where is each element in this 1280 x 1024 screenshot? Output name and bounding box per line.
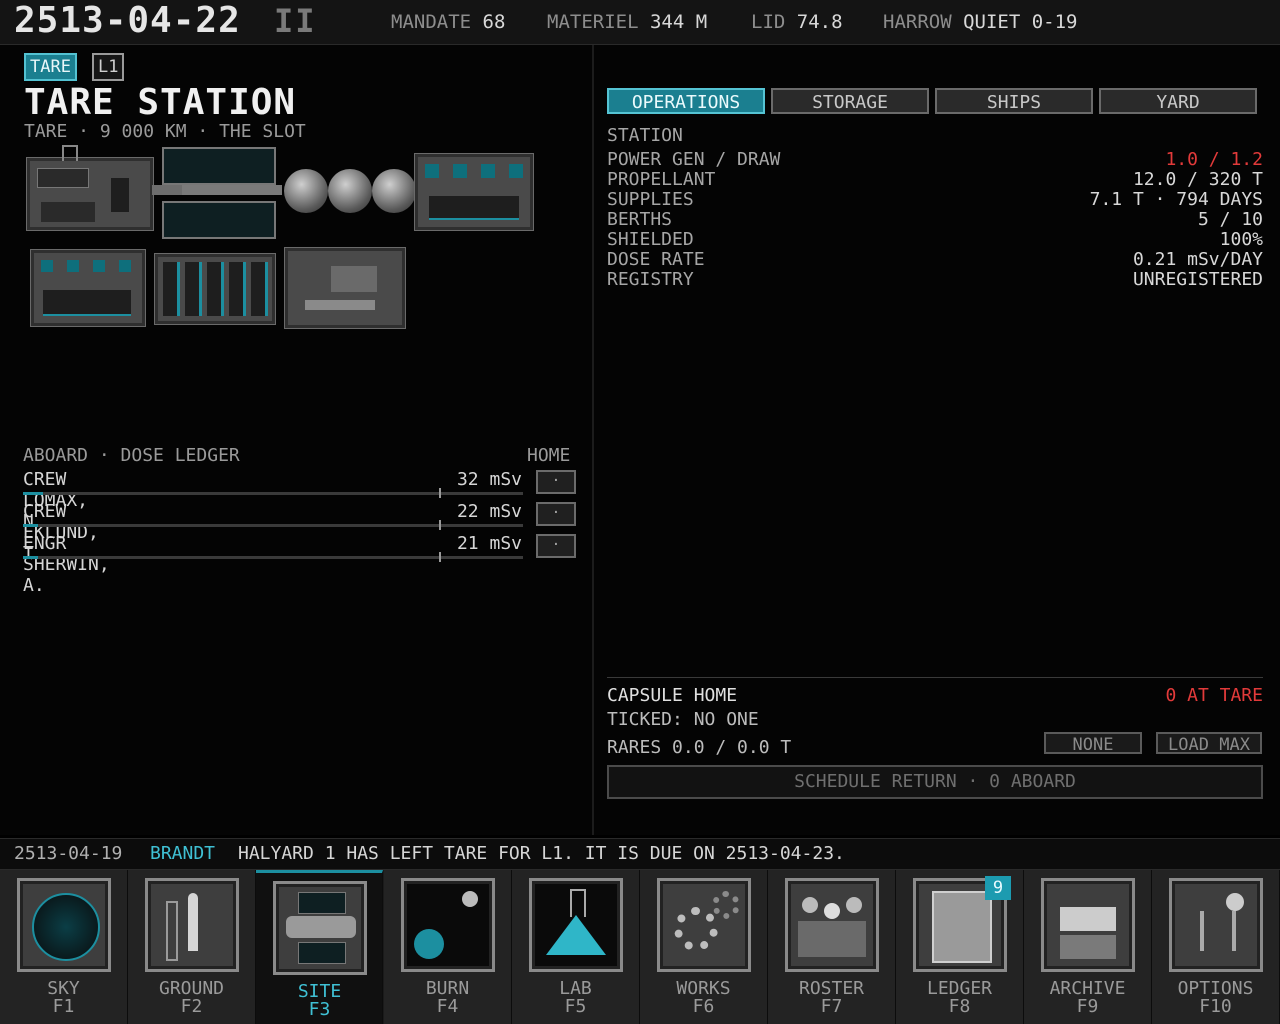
home-column-header: HOME xyxy=(527,445,571,466)
tab-yard[interactable]: YARD xyxy=(1099,88,1257,114)
module-command[interactable] xyxy=(26,157,154,231)
crew-dose: 21 mSv xyxy=(456,533,522,554)
value-berths: 5 / 10 xyxy=(1197,209,1263,230)
station-icon xyxy=(273,881,367,975)
tank-2[interactable] xyxy=(328,169,372,213)
dock-key: F9 xyxy=(1076,996,1099,1017)
people-icon xyxy=(785,878,879,972)
tab-storage[interactable]: STORAGE xyxy=(771,88,929,114)
location-tag-tare[interactable]: TARE xyxy=(24,53,77,81)
capsule-ticked: TICKED: NO ONE xyxy=(607,709,759,730)
crew-name: ENGR SHERWIN, A. xyxy=(23,533,110,596)
station-subtitle: TARE · 9 000 KM · THE SLOT xyxy=(24,121,306,142)
section-station: STATION xyxy=(607,125,683,146)
dock-options[interactable]: OPTIONS F10 xyxy=(1152,870,1280,1024)
dock-key: F3 xyxy=(308,999,331,1020)
dock-works[interactable]: WORKS F6 xyxy=(640,870,768,1024)
module-workshop[interactable] xyxy=(284,247,406,329)
launchpad-icon xyxy=(145,878,239,972)
stat-harrow: HARROW QUIET 0-19 xyxy=(883,11,1078,33)
message-date: 2513-04-19 xyxy=(14,843,123,864)
capsule-rares: RARES 0.0 / 0.0 T xyxy=(607,737,792,758)
message-sender[interactable]: BRANDT xyxy=(150,843,215,864)
none-button[interactable]: NONE xyxy=(1044,732,1142,755)
tab-operations[interactable]: OPERATIONS xyxy=(607,88,765,114)
dose-bar-fill xyxy=(23,492,43,495)
stat-lid: LID 74.8 xyxy=(751,11,843,33)
levers-icon xyxy=(1169,878,1263,972)
label-registry: REGISTRY xyxy=(607,269,694,290)
dose-limit-marker xyxy=(439,552,441,562)
capsule-status: 0 AT TARE xyxy=(1165,685,1263,706)
solar-panel-upper xyxy=(162,147,276,185)
pause-indicator[interactable]: II xyxy=(274,2,317,40)
capsule-divider xyxy=(607,677,1263,678)
value-dose-rate: 0.21 mSv/DAY xyxy=(1132,249,1263,270)
game-date: 2513-04-22 xyxy=(14,0,241,41)
value-propellant: 12.0 / 320 T xyxy=(1132,169,1263,190)
dock-ground[interactable]: GROUND F2 xyxy=(128,870,256,1024)
dose-bar xyxy=(23,556,523,559)
dose-limit-marker xyxy=(439,520,441,530)
label-dose-rate: DOSE RATE xyxy=(607,249,705,270)
home-toggle-button[interactable]: · xyxy=(536,534,576,558)
dose-bar xyxy=(23,524,523,527)
dock-key: F5 xyxy=(564,996,587,1017)
location-tag-l1[interactable]: L1 xyxy=(92,53,125,81)
cabinet-icon xyxy=(1041,878,1135,972)
dock-key: F8 xyxy=(948,996,971,1017)
module-habitat-2[interactable] xyxy=(30,249,146,327)
station-title: TARE STATION xyxy=(24,82,297,123)
notification-badge: 9 xyxy=(985,876,1011,900)
dock-sky[interactable]: SKY F1 xyxy=(0,870,128,1024)
dose-bar-fill xyxy=(23,556,38,559)
dock-key: F4 xyxy=(436,996,459,1017)
tank-1[interactable] xyxy=(284,169,328,213)
dock-key: F10 xyxy=(1199,996,1232,1017)
label-berths: BERTHS xyxy=(607,209,673,230)
dock-site[interactable]: SITE F3 xyxy=(256,870,383,1024)
dock-burn[interactable]: BURN F4 xyxy=(384,870,512,1024)
dock-key: F6 xyxy=(692,996,715,1017)
dock-roster[interactable]: ROSTER F7 xyxy=(768,870,896,1024)
value-supplies: 7.1 T · 794 DAYS xyxy=(1089,189,1263,210)
flask-icon xyxy=(529,878,623,972)
value-shielded: 100% xyxy=(1219,229,1263,250)
radar-icon xyxy=(17,878,111,972)
dose-bar-fill xyxy=(23,524,38,527)
label-propellant: PROPELLANT xyxy=(607,169,716,190)
module-habitat-1[interactable] xyxy=(414,153,534,231)
orbit-icon xyxy=(401,878,495,972)
stat-mandate: MANDATE 68 xyxy=(391,11,506,33)
tank-3[interactable] xyxy=(372,169,416,213)
dock-key: F7 xyxy=(820,996,843,1017)
solar-panel-lower xyxy=(162,201,276,239)
dock-ledger[interactable]: 9 LEDGER F8 xyxy=(896,870,1024,1024)
crew-dose: 22 mSv xyxy=(456,501,522,522)
tab-ships[interactable]: SHIPS xyxy=(935,88,1093,114)
stat-materiel: MATERIEL 344 M xyxy=(547,11,708,33)
home-toggle-button[interactable]: · xyxy=(536,502,576,526)
dock-key: F2 xyxy=(180,996,203,1017)
crew-dose: 32 mSv xyxy=(456,469,522,490)
value-power: 1.0 / 1.2 xyxy=(1165,149,1263,170)
value-registry: UNREGISTERED xyxy=(1132,269,1263,290)
dock-archive[interactable]: ARCHIVE F9 xyxy=(1024,870,1152,1024)
gears-icon xyxy=(657,878,751,972)
label-power: POWER GEN / DRAW xyxy=(607,149,781,170)
crew-ledger-header: ABOARD · DOSE LEDGER xyxy=(23,445,240,466)
dock-lab[interactable]: LAB F5 xyxy=(512,870,640,1024)
home-toggle-button[interactable]: · xyxy=(536,470,576,494)
capsule-title: CAPSULE HOME xyxy=(607,685,738,706)
label-supplies: SUPPLIES xyxy=(607,189,694,210)
dose-limit-marker xyxy=(439,488,441,498)
dose-bar xyxy=(23,492,523,495)
load-max-button[interactable]: LOAD MAX xyxy=(1156,732,1262,755)
module-storage[interactable] xyxy=(154,253,276,325)
schedule-return-button[interactable]: SCHEDULE RETURN · 0 ABOARD xyxy=(607,765,1263,799)
message-text: HALYARD 1 HAS LEFT TARE FOR L1. IT IS DU… xyxy=(238,843,845,864)
dock-key: F1 xyxy=(52,996,75,1017)
label-shielded: SHIELDED xyxy=(607,229,694,250)
station-schematic[interactable] xyxy=(22,145,542,335)
